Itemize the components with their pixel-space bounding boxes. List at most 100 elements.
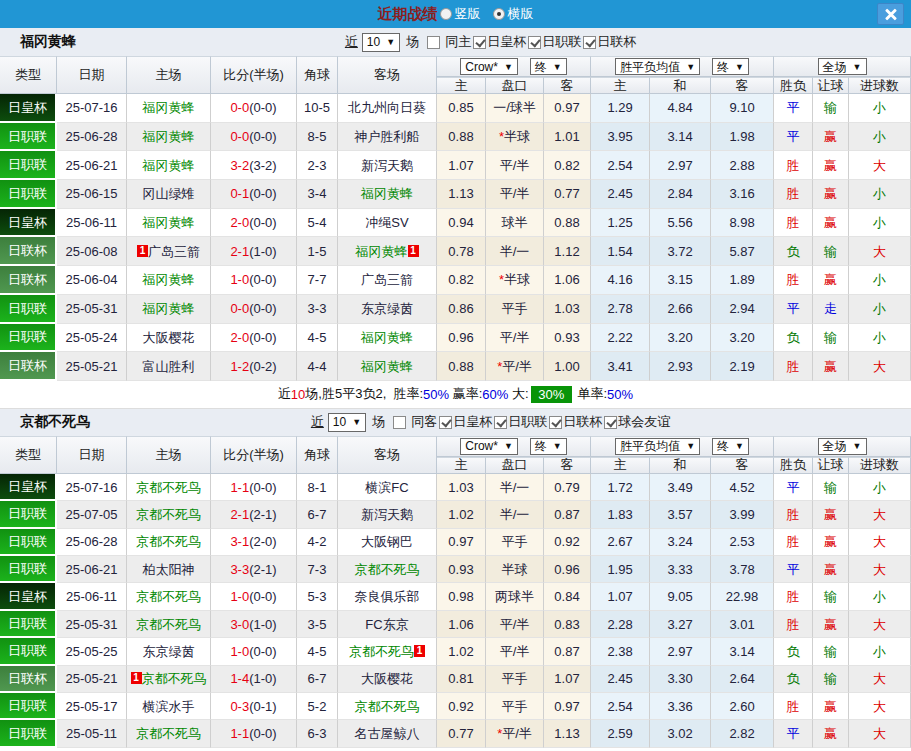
match-date: 25-06-11 bbox=[57, 209, 127, 238]
team-name[interactable]: 福冈黄蜂 bbox=[143, 129, 195, 144]
league-checkbox[interactable] bbox=[604, 416, 617, 429]
match-date: 25-06-11 bbox=[57, 583, 127, 610]
summary-stat-label: 单率: bbox=[574, 385, 607, 403]
team-name[interactable]: 京都不死鸟 bbox=[136, 617, 201, 632]
goals-result-cell: 小 bbox=[849, 209, 911, 238]
avg-away-cell: 2.94 bbox=[711, 295, 774, 324]
home-odds-cell: 0.94 bbox=[437, 209, 486, 238]
header-select[interactable]: 全场▼ bbox=[818, 438, 867, 455]
team-name[interactable]: 福冈黄蜂 bbox=[361, 330, 413, 345]
match-row: 日职联25-06-21福冈黄蜂3-2(3-2)2-3新泻天鹅1.07平/半0.8… bbox=[0, 151, 911, 180]
match-count-select[interactable]: 10▼ bbox=[328, 413, 366, 432]
sub-col-header: 和 bbox=[650, 77, 711, 94]
radio-horizontal[interactable] bbox=[493, 8, 505, 20]
halftime-score: (0-0) bbox=[249, 480, 276, 495]
league-checkbox[interactable] bbox=[549, 416, 562, 429]
avg-home-cell: 1.72 bbox=[591, 474, 650, 501]
team-name[interactable]: 京都不死鸟 bbox=[136, 589, 201, 604]
chevron-down-icon: ▼ bbox=[504, 439, 513, 453]
header-select-value: 终 bbox=[535, 439, 547, 453]
league-checkbox[interactable] bbox=[528, 36, 541, 49]
team-name[interactable]: 1京都不死鸟 bbox=[131, 671, 207, 686]
home-team-cell: 京都不死鸟 bbox=[127, 501, 211, 528]
corner-cell: 8-5 bbox=[297, 123, 338, 152]
header-select[interactable]: 终▼ bbox=[712, 58, 749, 75]
header-select[interactable]: Crow*▼ bbox=[460, 58, 518, 75]
summary-stat-badge: 30% bbox=[531, 386, 572, 403]
away-team-cell: 冲绳SV bbox=[338, 209, 437, 238]
chevron-down-icon: ▼ bbox=[735, 60, 744, 74]
team-name[interactable]: 京都不死鸟 bbox=[136, 507, 201, 522]
score-cell: 3-2(3-2) bbox=[211, 151, 297, 180]
team-name[interactable]: 京都不死鸟 bbox=[136, 726, 201, 741]
team-name[interactable]: 福冈黄蜂 bbox=[143, 158, 195, 173]
league-checkbox[interactable] bbox=[583, 36, 596, 49]
score-cell: 2-1(2-1) bbox=[211, 501, 297, 528]
away-odds-cell: 0.96 bbox=[544, 556, 591, 583]
team-name[interactable]: 福冈黄蜂 bbox=[143, 100, 195, 115]
team-name[interactable]: 京都不死鸟1 bbox=[349, 644, 425, 659]
team-name[interactable]: 京都不死鸟 bbox=[355, 562, 420, 577]
match-row: 日皇杯25-07-16福冈黄蜂0-0(0-0)10-5北九州向日葵0.85一/球… bbox=[0, 94, 911, 123]
team-name[interactable]: 福冈黄蜂 bbox=[143, 272, 195, 287]
team-name[interactable]: 福冈黄蜂 bbox=[143, 301, 195, 316]
league-type-cell: 日联杯 bbox=[0, 266, 57, 295]
handicap-cell: 平/半 bbox=[486, 638, 544, 665]
header-select[interactable]: 全场▼ bbox=[818, 58, 867, 75]
handicap-result-cell: 输 bbox=[813, 94, 849, 123]
league-label: 日皇杯 bbox=[453, 413, 492, 431]
score-cell: 2-1(1-0) bbox=[211, 237, 297, 266]
match-date: 25-05-21 bbox=[57, 352, 127, 381]
corner-cell: 6-7 bbox=[297, 501, 338, 528]
handicap-cell: 半/一 bbox=[486, 501, 544, 528]
team-name: 东京绿茵 bbox=[361, 301, 413, 316]
match-count-select[interactable]: 10▼ bbox=[362, 33, 400, 52]
league-checkbox[interactable] bbox=[439, 416, 452, 429]
header-select[interactable]: 胜平负均值▼ bbox=[615, 438, 700, 455]
avg-draw-cell: 3.24 bbox=[650, 529, 711, 556]
team-name[interactable]: 京都不死鸟 bbox=[136, 480, 201, 495]
away-odds-cell: 0.77 bbox=[544, 180, 591, 209]
team-name[interactable]: 京都不死鸟 bbox=[136, 534, 201, 549]
home-odds-cell: 0.92 bbox=[437, 693, 486, 720]
result-cell: 负 bbox=[774, 237, 813, 266]
same-venue-checkbox[interactable] bbox=[393, 416, 406, 429]
match-date: 25-06-28 bbox=[57, 529, 127, 556]
handicap-cell: 平/半 bbox=[486, 151, 544, 180]
radio-vertical[interactable] bbox=[440, 8, 452, 20]
result-cell: 平 bbox=[774, 123, 813, 152]
team-name: 冈山绿雉 bbox=[143, 186, 195, 201]
team-name[interactable]: 京都不死鸟 bbox=[355, 699, 420, 714]
header-select[interactable]: Crow*▼ bbox=[460, 438, 518, 455]
match-row: 日职联25-05-31福冈黄蜂0-0(0-0)3-3东京绿茵0.86平手1.03… bbox=[0, 295, 911, 324]
team-name[interactable]: 福冈黄蜂1 bbox=[356, 244, 419, 259]
header-select[interactable]: 终▼ bbox=[530, 438, 567, 455]
match-row: 日联杯25-05-21富山胜利1-2(0-2)4-4福冈黄蜂0.88*平/半1.… bbox=[0, 352, 911, 381]
team-name[interactable]: 福冈黄蜂 bbox=[361, 359, 413, 374]
score-cell: 3-0(1-0) bbox=[211, 611, 297, 638]
team-name: 东京绿茵 bbox=[143, 644, 195, 659]
away-team-cell: 京都不死鸟 bbox=[338, 693, 437, 720]
score-cell: 0-3(0-1) bbox=[211, 693, 297, 720]
header-select[interactable]: 终▼ bbox=[712, 438, 749, 455]
match-row: 日职联25-05-11京都不死鸟1-1(0-0)6-3名古屋鲸八0.77*平/半… bbox=[0, 720, 911, 747]
close-icon[interactable] bbox=[877, 3, 904, 25]
handicap-cell: 平手 bbox=[486, 529, 544, 556]
league-type-cell: 日职联 bbox=[0, 638, 57, 665]
team-name[interactable]: 福冈黄蜂 bbox=[143, 215, 195, 230]
window-title: 近期战绩 bbox=[378, 5, 438, 24]
league-checkbox[interactable] bbox=[494, 416, 507, 429]
same-venue-checkbox[interactable] bbox=[427, 36, 440, 49]
fulltime-score: 3-2 bbox=[230, 158, 249, 173]
halftime-score: (2-1) bbox=[249, 562, 276, 577]
header-select[interactable]: 胜平负均值▼ bbox=[615, 58, 700, 75]
team-name[interactable]: 福冈黄蜂 bbox=[361, 186, 413, 201]
home-team-cell: 大阪樱花 bbox=[127, 324, 211, 353]
handicap-result-cell: 赢 bbox=[813, 720, 849, 747]
avg-away-cell: 4.52 bbox=[711, 474, 774, 501]
avg-home-cell: 2.38 bbox=[591, 638, 650, 665]
score-cell: 1-0(0-0) bbox=[211, 266, 297, 295]
league-checkbox[interactable] bbox=[473, 36, 486, 49]
away-team-cell: 奈良俱乐部 bbox=[338, 583, 437, 610]
header-select[interactable]: 终▼ bbox=[530, 58, 567, 75]
